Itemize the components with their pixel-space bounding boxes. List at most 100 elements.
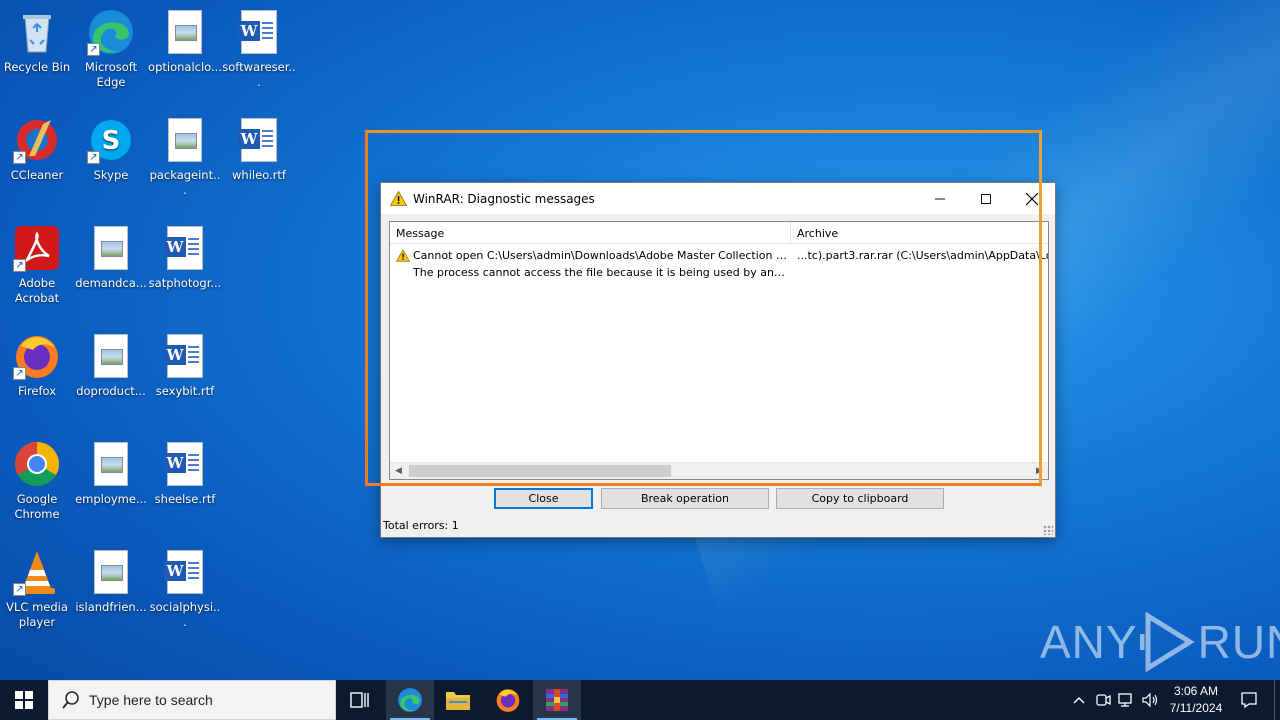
clock-time: 3:06 AM	[1173, 684, 1219, 698]
word-document-icon: W	[238, 118, 277, 162]
close-button[interactable]: Close	[494, 488, 593, 509]
desktop-icon-label: Google Chrome	[14, 492, 60, 521]
desktop-icon-employme[interactable]: employme...	[74, 434, 148, 534]
shortcut-arrow-icon: ↗	[87, 151, 100, 164]
word-document-icon: W	[164, 442, 203, 486]
task-view-icon	[350, 692, 369, 708]
desktop-icon-label: employme...	[75, 492, 147, 506]
shortcut-arrow-icon: ↗	[13, 583, 26, 596]
desktop-icon-label: doproduct...	[76, 384, 146, 398]
desktop-icon-label: sheelse.rtf	[154, 492, 216, 506]
desktop-icon-sheelse[interactable]: W sheelse.rtf	[148, 434, 222, 534]
desktop-icon-demandca[interactable]: demandca...	[74, 218, 148, 318]
resize-grip-icon[interactable]	[1043, 525, 1053, 535]
desktop-icon-socialphysi[interactable]: W socialphysi...	[148, 542, 222, 642]
desktop-icon-packageint[interactable]: packageint...	[148, 110, 222, 210]
message-text: Cannot open C:\Users\admin\Downloads\Ado…	[413, 249, 791, 262]
desktop-icon-label: whileo.rtf	[232, 168, 286, 182]
taskbar-file-explorer[interactable]	[434, 680, 482, 720]
list-item[interactable]: The process cannot access the file becau…	[390, 264, 1048, 281]
scroll-right-icon[interactable]: ▶	[1031, 463, 1048, 479]
desktop-icon-ccleaner[interactable]: ↗ CCleaner	[0, 110, 74, 210]
desktop-icon-label: Adobe Acrobat	[14, 276, 60, 305]
desktop-icon-label: socialphysi...	[149, 600, 221, 629]
archive-text	[791, 264, 1048, 281]
horizontal-scrollbar[interactable]: ◀ ▶	[390, 462, 1048, 479]
desktop-icon-firefox[interactable]: ↗ Firefox	[0, 326, 74, 426]
clock-date: 7/11/2024	[1169, 701, 1223, 715]
maximize-button[interactable]	[963, 183, 1009, 214]
taskbar-winrar[interactable]	[533, 680, 581, 720]
shortcut-arrow-icon: ↗	[13, 367, 26, 380]
vlc-icon: ↗	[13, 548, 61, 596]
desktop-icon-adobe-acrobat[interactable]: ↗ Adobe Acrobat	[0, 218, 74, 318]
task-view-button[interactable]	[336, 680, 384, 720]
taskbar: Type here to search 3:06 AM 7/11/2024	[0, 680, 1280, 720]
status-bar: Total errors: 1	[381, 515, 1055, 537]
dialog-titlebar[interactable]: WinRAR: Diagnostic messages	[381, 183, 1055, 214]
desktop-icon-doproduct[interactable]: doproduct...	[74, 326, 148, 426]
desktop-icon-label: islandfrien...	[75, 600, 147, 614]
desktop-icon-recycle-bin[interactable]: Recycle Bin	[0, 2, 74, 102]
desktop-icon-sexybit[interactable]: W sexybit.rtf	[148, 326, 222, 426]
messages-list[interactable]: Message Archive Cannot open C:\Users\adm…	[389, 221, 1049, 480]
chevron-up-icon	[1073, 697, 1085, 704]
tray-network[interactable]	[1117, 680, 1137, 720]
show-hidden-icons-button[interactable]	[1070, 680, 1088, 720]
word-document-icon: W	[238, 10, 277, 54]
desktop-icon-islandfrien[interactable]: islandfrien...	[74, 542, 148, 642]
list-item[interactable]: Cannot open C:\Users\admin\Downloads\Ado…	[390, 247, 1048, 264]
word-document-icon: W	[164, 226, 203, 270]
windows-logo-icon	[15, 691, 33, 709]
desktop-icon-whileo[interactable]: W whileo.rtf	[222, 110, 296, 210]
column-header-message[interactable]: Message	[390, 222, 791, 244]
edge-icon: ↗	[87, 8, 135, 56]
scroll-left-icon[interactable]: ◀	[390, 463, 407, 479]
winrar-diagnostic-dialog: WinRAR: Diagnostic messages Message Arch…	[380, 182, 1056, 538]
taskbar-edge[interactable]	[386, 680, 434, 720]
close-icon	[1026, 192, 1038, 205]
desktop-icon-label: Firefox	[17, 384, 57, 398]
image-file-icon	[94, 550, 128, 594]
minimize-button[interactable]	[917, 183, 963, 214]
firefox-icon	[496, 689, 520, 712]
break-operation-button[interactable]: Break operation	[601, 488, 769, 509]
message-text: The process cannot access the file becau…	[413, 266, 791, 279]
desktop-icon-label: demandca...	[75, 276, 147, 290]
desktop-icon-microsoft-edge[interactable]: ↗ Microsoft Edge	[74, 2, 148, 102]
watermark-text-left: ANY	[1040, 616, 1138, 668]
image-file-icon	[94, 226, 128, 270]
firefox-icon: ↗	[13, 332, 61, 380]
desktop-icon-satphotogr[interactable]: W satphotogr...	[148, 218, 222, 318]
taskbar-search-box[interactable]: Type here to search	[48, 680, 336, 720]
maximize-icon	[981, 193, 991, 204]
search-placeholder: Type here to search	[89, 692, 213, 708]
desktop-icon-softwareser[interactable]: W softwareser...	[222, 2, 296, 102]
copy-to-clipboard-button[interactable]: Copy to clipboard	[776, 488, 944, 509]
tray-meet-now[interactable]	[1094, 680, 1112, 720]
scrollbar-thumb[interactable]	[409, 465, 671, 477]
desktop-icon-google-chrome[interactable]: Google Chrome	[0, 434, 74, 534]
start-button[interactable]	[0, 680, 48, 720]
skype-icon: S ↗	[87, 116, 135, 164]
meet-now-icon	[1096, 694, 1111, 706]
folder-icon	[446, 692, 470, 710]
word-document-icon: W	[164, 550, 203, 594]
volume-icon	[1142, 692, 1158, 708]
dialog-title: WinRAR: Diagnostic messages	[413, 191, 595, 206]
desktop-icon-skype[interactable]: S ↗ Skype	[74, 110, 148, 210]
taskbar-clock[interactable]: 3:06 AM 7/11/2024	[1162, 683, 1230, 717]
close-window-button[interactable]	[1009, 183, 1055, 214]
tray-volume[interactable]	[1140, 680, 1160, 720]
network-icon	[1118, 693, 1132, 707]
adobe-acrobat-icon: ↗	[13, 224, 61, 272]
taskbar-firefox[interactable]	[484, 680, 532, 720]
image-file-icon	[94, 442, 128, 486]
show-desktop-button[interactable]	[1274, 680, 1280, 720]
list-header: Message Archive	[390, 222, 1048, 244]
notification-center-button[interactable]	[1234, 680, 1264, 720]
desktop-icon-vlc[interactable]: ↗ VLC media player	[0, 542, 74, 642]
desktop-icon-optionalclo[interactable]: optionalclo...	[148, 2, 222, 102]
column-header-archive[interactable]: Archive	[791, 222, 1048, 244]
watermark-text-right: RUN	[1197, 616, 1280, 668]
